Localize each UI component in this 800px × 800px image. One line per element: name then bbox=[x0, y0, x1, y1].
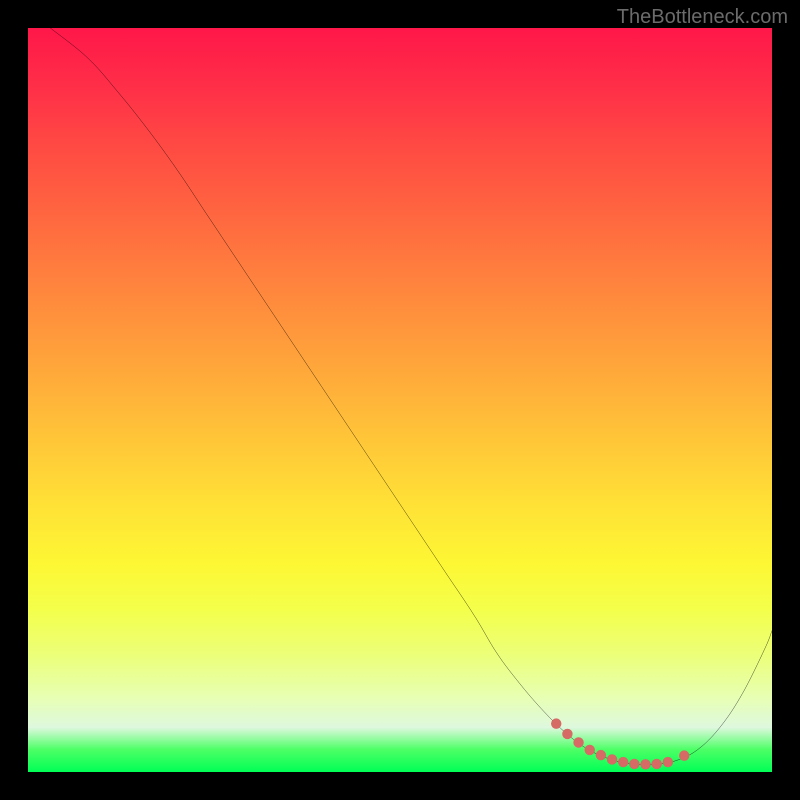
dotted-marker bbox=[618, 757, 628, 767]
dotted-marker bbox=[663, 757, 673, 767]
dotted-marker bbox=[596, 750, 606, 760]
dotted-marker bbox=[562, 729, 572, 739]
dotted-marker bbox=[551, 718, 561, 728]
dotted-marker bbox=[629, 759, 639, 769]
dotted-marker bbox=[607, 754, 617, 764]
watermark-text: TheBottleneck.com bbox=[617, 6, 788, 29]
dotted-marker bbox=[679, 750, 689, 760]
chart-dotted-markers bbox=[28, 28, 772, 772]
dotted-marker bbox=[640, 759, 650, 769]
dotted-marker bbox=[585, 745, 595, 755]
chart-plot-area bbox=[28, 28, 772, 772]
dotted-marker bbox=[573, 737, 583, 747]
dotted-marker bbox=[651, 759, 661, 769]
